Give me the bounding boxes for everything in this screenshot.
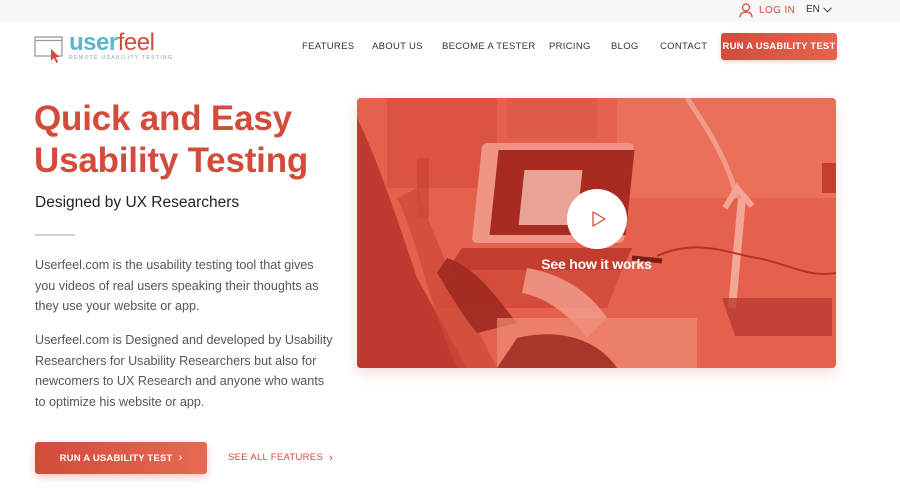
play-icon (591, 211, 606, 227)
login-link[interactable]: LOG IN (739, 3, 795, 18)
video-caption: See how it works (541, 256, 652, 272)
play-button[interactable] (567, 189, 627, 249)
hero-subtitle: Designed by UX Researchers (35, 194, 240, 211)
hero-title: Quick and Easy Usability Testing (34, 98, 354, 182)
nav-item-about-us[interactable]: ABOUT US (372, 41, 423, 52)
see-all-features-link[interactable]: SEE ALL FEATURES › (228, 452, 333, 464)
nav-item-become-a-tester[interactable]: BECOME A TESTER (442, 41, 536, 52)
login-label: LOG IN (759, 5, 796, 16)
see-all-features-label: SEE ALL FEATURES (228, 452, 324, 463)
hero-paragraph-2: Userfeel.com is Designed and developed b… (35, 333, 333, 409)
nav-item-blog[interactable]: BLOG (611, 41, 639, 52)
language-label: EN (806, 4, 820, 15)
hero-run-usability-test-button[interactable]: RUN A USABILITY TEST › (35, 442, 207, 474)
nav-item-pricing[interactable]: PRICING (549, 41, 591, 52)
hero-cta-label: RUN A USABILITY TEST (59, 452, 173, 464)
hero-title-line-2: Usability Testing (34, 141, 309, 180)
hero-title-line-1: Quick and Easy (34, 99, 292, 138)
main-header: userfeel REMOTE USABILITY TESTING FEATUR… (0, 22, 900, 74)
hero-paragraph-1: Userfeel.com is the usability testing to… (35, 258, 319, 313)
video-player[interactable]: See how it works (357, 98, 836, 368)
nav-item-contact[interactable]: CONTACT (660, 41, 707, 52)
top-utility-bar: LOG IN EN (0, 0, 900, 22)
logo-tagline: REMOTE USABILITY TESTING (69, 55, 174, 61)
hero-divider (35, 234, 75, 236)
header-run-usability-test-button[interactable]: RUN A USABILITY TEST (721, 33, 837, 60)
chevron-right-icon: › (329, 452, 334, 464)
language-selector[interactable]: EN (806, 4, 832, 15)
nav-item-features[interactable]: FEATURES (302, 41, 354, 52)
chevron-right-icon: › (178, 452, 183, 464)
chevron-down-icon (823, 6, 832, 13)
user-icon (739, 3, 753, 18)
